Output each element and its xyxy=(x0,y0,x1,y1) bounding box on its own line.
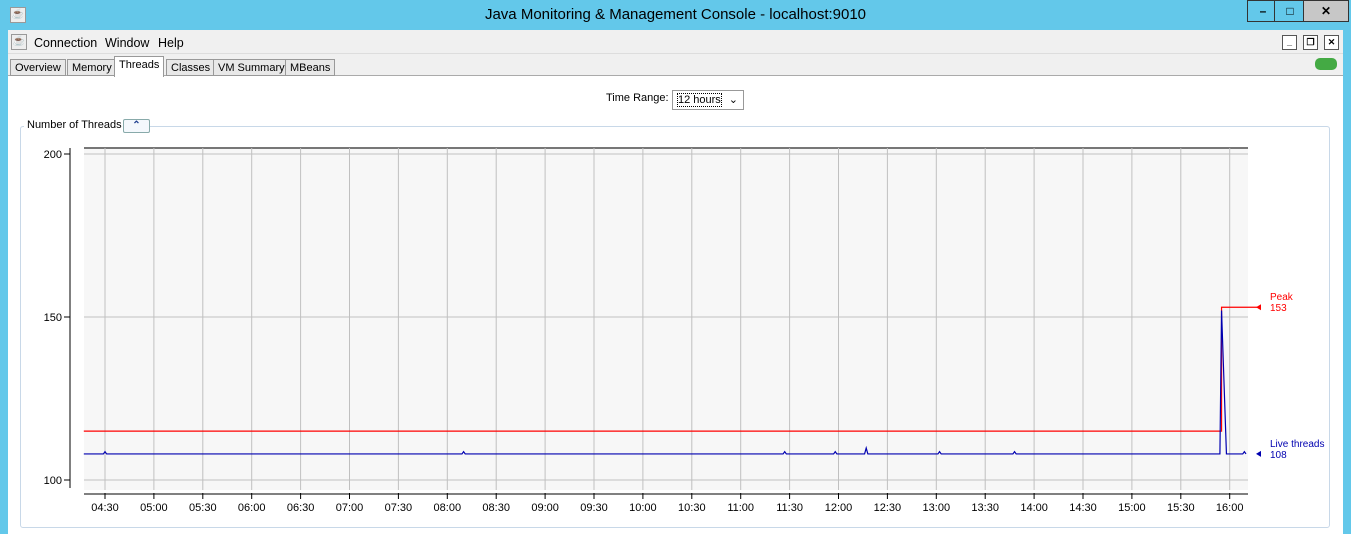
x-tick-label: 08:30 xyxy=(482,502,510,514)
x-tick-label: 10:30 xyxy=(678,502,706,514)
legend-label: Live threads xyxy=(1270,439,1324,450)
x-tick-label: 09:30 xyxy=(580,502,608,514)
x-tick-label: 06:30 xyxy=(287,502,315,514)
x-tick-label: 04:30 xyxy=(91,502,119,514)
x-tick-label: 07:00 xyxy=(336,502,364,514)
y-tick-label: 100 xyxy=(44,475,62,487)
y-tick-label: 150 xyxy=(44,312,62,324)
legend-marker xyxy=(1256,450,1261,457)
x-tick-label: 05:00 xyxy=(140,502,168,514)
x-tick-label: 13:00 xyxy=(923,502,951,514)
x-tick-label: 15:30 xyxy=(1167,502,1195,514)
x-tick-label: 14:30 xyxy=(1069,502,1097,514)
legend-value: 153 xyxy=(1270,303,1287,314)
x-tick-label: 12:30 xyxy=(874,502,902,514)
x-tick-label: 11:30 xyxy=(776,502,803,514)
x-tick-label: 16:00 xyxy=(1216,502,1244,514)
x-tick-label: 08:00 xyxy=(434,502,462,514)
legend-value: 108 xyxy=(1270,450,1287,461)
x-tick-label: 14:00 xyxy=(1020,502,1048,514)
threads-chart: 04:30 05:00 05:30 06:00 06:30 07:00 07:30 08:00… xyxy=(44,147,1324,514)
x-tick-label: 11:00 xyxy=(727,502,754,514)
x-tick-label: 05:30 xyxy=(189,502,217,514)
x-tick-label: 07:30 xyxy=(385,502,413,514)
y-tick-label: 200 xyxy=(44,149,62,161)
x-tick-label: 10:00 xyxy=(629,502,657,514)
x-tick-label: 12:00 xyxy=(825,502,853,514)
plot-area xyxy=(84,148,1248,490)
x-tick-label: 15:00 xyxy=(1118,502,1146,514)
x-tick-label: 09:00 xyxy=(531,502,559,514)
legend-label: Peak xyxy=(1270,292,1294,303)
legend-marker xyxy=(1256,304,1261,311)
x-tick-label: 13:30 xyxy=(971,502,999,514)
x-tick-label: 06:00 xyxy=(238,502,266,514)
